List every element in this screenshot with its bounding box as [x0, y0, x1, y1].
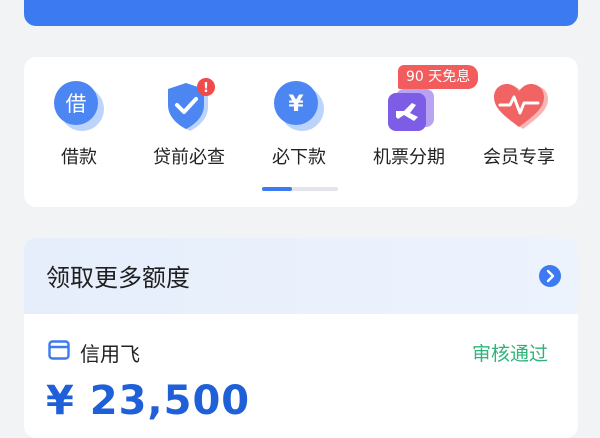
quick-action-label: 会员专享	[483, 147, 555, 168]
heart-pulse-icon	[490, 77, 548, 135]
shield-check-icon: !	[160, 77, 218, 135]
quick-action-label: 借款	[61, 147, 97, 168]
quota-title: 领取更多额度	[46, 264, 190, 292]
product-name: 信用飞	[80, 342, 140, 366]
quick-action-label: 贷前必查	[153, 147, 225, 168]
carousel-indicator	[262, 187, 338, 191]
credit-card-icon	[48, 340, 70, 360]
yen-glyph: ¥	[288, 92, 304, 117]
quick-action-precheck[interactable]: ! 贷前必查	[134, 77, 244, 169]
carousel-indicator-active	[262, 187, 292, 191]
quick-action-member[interactable]: 会员专享	[464, 77, 574, 169]
top-banner[interactable]	[24, 0, 578, 26]
quota-card[interactable]: 领取更多额度 信用飞 审核通过 ¥ 23,500	[24, 238, 578, 438]
quick-actions-card: 借 借款 ! 贷前必查 ¥ 必下款 机票分期 会员专享 90 天免息	[24, 57, 578, 207]
quick-action-flight-installment[interactable]: 机票分期	[354, 77, 464, 169]
quick-action-borrow[interactable]: 借 借款	[24, 77, 134, 169]
credit-amount: ¥ 23,500	[46, 378, 251, 424]
promo-tag: 90 天免息	[398, 65, 479, 89]
yen-icon: ¥	[270, 77, 328, 135]
quick-action-label: 必下款	[272, 147, 326, 168]
quick-action-label: 机票分期	[373, 147, 445, 168]
alert-badge: !	[203, 81, 209, 96]
borrow-icon: 借	[50, 77, 108, 135]
quick-action-guaranteed-loan[interactable]: ¥ 必下款	[244, 77, 354, 169]
chevron-right-icon[interactable]	[539, 265, 561, 287]
status-badge: 审核通过	[472, 343, 549, 365]
quota-header[interactable]: 领取更多额度	[24, 238, 578, 314]
borrow-glyph: 借	[66, 92, 87, 116]
